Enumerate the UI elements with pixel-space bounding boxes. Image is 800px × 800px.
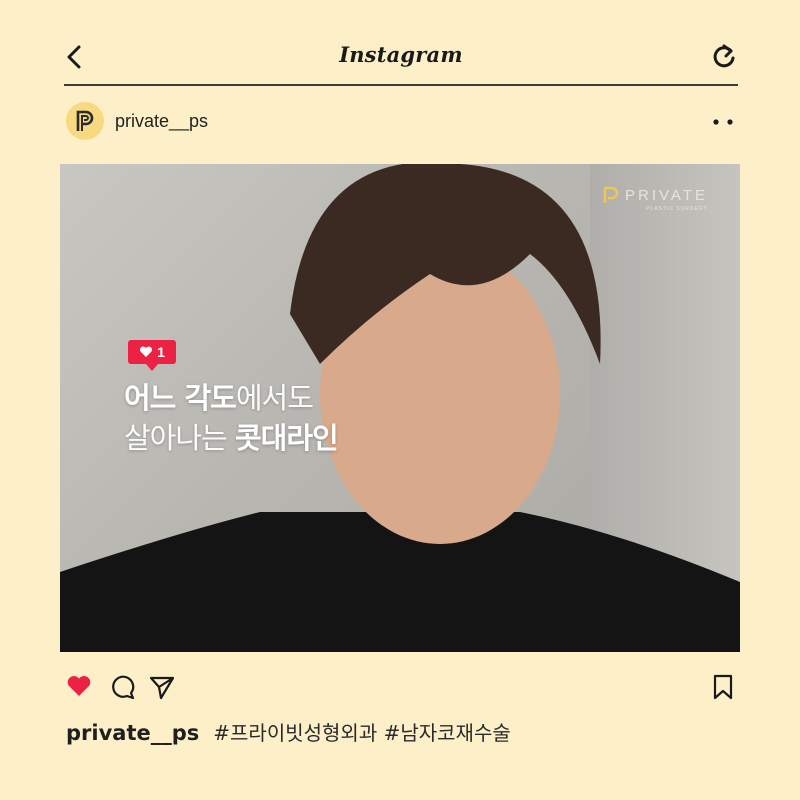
refresh-icon[interactable]	[710, 42, 738, 70]
brand-watermark: PRIVATE	[603, 186, 708, 204]
brand-subtitle: PLASTIC SURGERY	[646, 206, 708, 212]
portrait-face	[290, 164, 601, 544]
avatar[interactable]	[66, 102, 104, 140]
brand-logo-icon	[76, 110, 94, 131]
action-bar	[66, 672, 738, 702]
headline-bold-1: 어느 각도	[124, 381, 237, 415]
brand-name: PRIVATE	[625, 186, 708, 204]
headline: 어느 각도에서도 살아나는 콧대라인	[124, 378, 339, 458]
post-header: private__ps	[66, 102, 738, 142]
send-icon[interactable]	[148, 674, 176, 700]
headline-light-1: 에서도	[235, 381, 314, 415]
post-username[interactable]: private__ps	[115, 111, 208, 132]
bookmark-icon[interactable]	[712, 674, 734, 700]
post-caption: private__ps #프라이빗성형외과 #남자코재수술	[66, 717, 511, 746]
more-dots-icon[interactable]	[712, 118, 734, 126]
headline-bold-2: 콧대라인	[234, 421, 339, 455]
post-image[interactable]: PRIVATE PLASTIC SURGERY 1 어느 각도에서도 살아나는 …	[60, 164, 740, 652]
top-bar: Instagram	[64, 34, 738, 86]
headline-light-2: 살아나는	[124, 421, 235, 455]
caption-hashtags[interactable]: #프라이빗성형외과 #남자코재수술	[213, 721, 510, 745]
heart-filled-icon[interactable]	[66, 674, 92, 698]
brand-p-icon	[603, 186, 619, 203]
app-title: Instagram	[339, 42, 463, 67]
heart-icon	[140, 346, 153, 357]
comment-icon[interactable]	[110, 674, 136, 700]
like-count: 1	[157, 344, 165, 360]
like-notification-badge: 1	[128, 340, 176, 371]
caption-username[interactable]: private__ps	[66, 721, 199, 745]
